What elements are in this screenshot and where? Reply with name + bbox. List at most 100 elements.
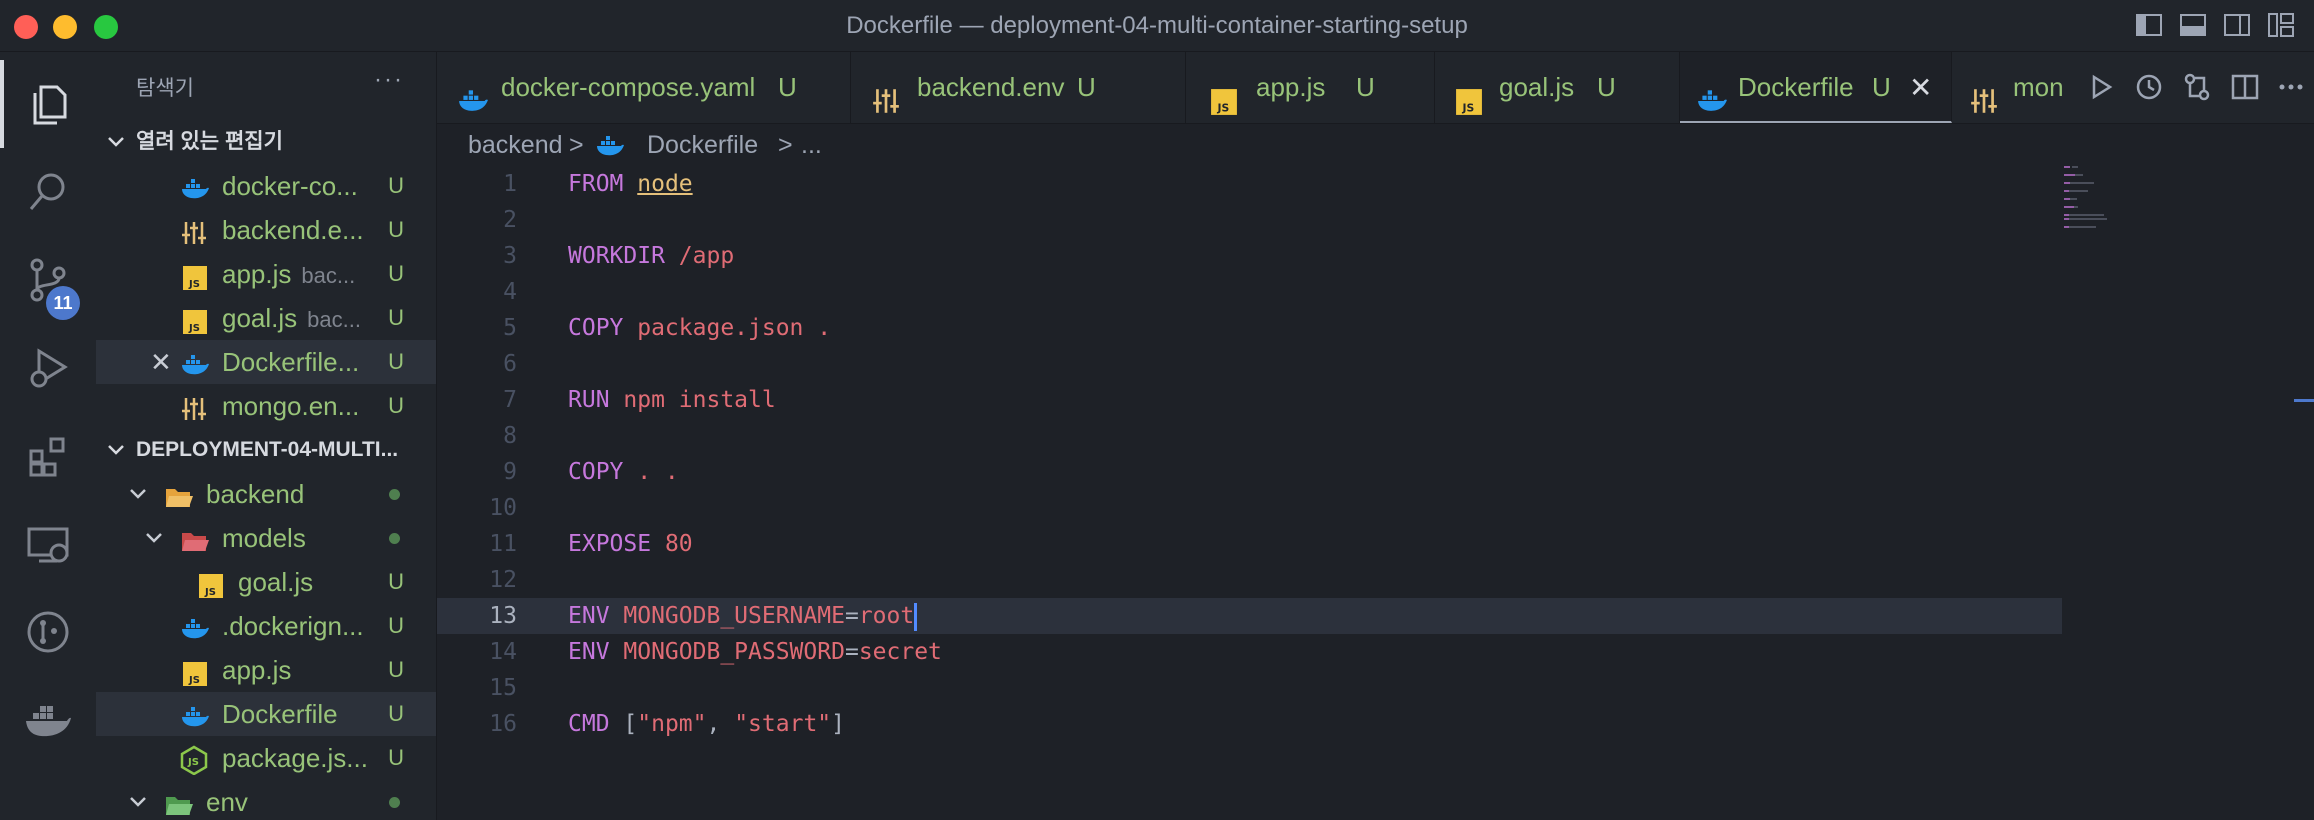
line-number: 9 [503, 459, 517, 485]
code-token: FROM [568, 171, 624, 197]
breadcrumb-file[interactable]: Dockerfile [647, 124, 758, 166]
code-token: MONGODB_PASSWORD [609, 639, 845, 665]
code-line[interactable]: 10 [437, 490, 2062, 526]
close-editor-icon[interactable]: ✕ [150, 340, 172, 384]
tab-dockerfile-active[interactable]: Dockerfile U ✕ [1680, 52, 1952, 123]
minimap[interactable] [2064, 166, 2294, 820]
tree-file-package-json[interactable]: JS package.js... U [96, 736, 436, 780]
code-line[interactable]: 3 WORKDIR /app [437, 238, 2062, 274]
tree-item-name: Dockerfile [222, 699, 338, 729]
compare-changes-icon[interactable] [2182, 72, 2212, 102]
split-editor-icon[interactable] [2230, 72, 2260, 102]
breadcrumb-folder[interactable]: backend [468, 124, 563, 166]
open-editor-name: app.js bac... [222, 252, 355, 298]
svg-text:JS: JS [187, 757, 199, 768]
line-number: 1 [503, 171, 517, 197]
code-line[interactable]: 11 EXPOSE 80 [437, 526, 2062, 562]
file-name: app.js [222, 259, 292, 289]
code-token: WORKDIR [568, 243, 665, 269]
layout-controls [2134, 10, 2296, 40]
line-number: 4 [503, 279, 517, 305]
code-line[interactable]: 5 COPY package.json . [437, 310, 2062, 346]
text-cursor [914, 602, 918, 631]
sidebar-header: 탐색기 ··· [96, 52, 436, 120]
open-editor-item[interactable]: mongo.en... U [96, 384, 436, 428]
extensions-icon[interactable] [0, 412, 96, 500]
code-line[interactable]: 7 RUN npm install [437, 382, 2062, 418]
more-actions-icon[interactable] [2276, 72, 2306, 102]
code-line[interactable]: 13 ENV MONGODB_USERNAME=root [437, 598, 2062, 634]
open-editor-item-active[interactable]: ✕ Dockerfile... U [96, 340, 436, 384]
tree-file-app-js[interactable]: JS app.js U [96, 648, 436, 692]
tree-folder-models[interactable]: models [96, 516, 436, 560]
close-tab-icon[interactable]: ✕ [1909, 52, 1932, 121]
svg-text:JS: JS [188, 279, 200, 290]
toggle-primary-sidebar-icon[interactable] [2134, 10, 2164, 40]
open-editor-item[interactable]: JS app.js bac... U [96, 252, 436, 296]
chevron-down-icon [104, 120, 128, 164]
tab-goal-js[interactable]: JS goal.js U [1435, 52, 1680, 123]
line-number: 13 [489, 603, 517, 629]
minimap-token [2064, 166, 2071, 168]
remote-explorer-icon[interactable] [0, 500, 96, 588]
code-line[interactable]: 14 ENV MONGODB_PASSWORD=secret [437, 634, 2062, 670]
project-section[interactable]: DEPLOYMENT-04-MULTI... [96, 428, 436, 472]
code-line[interactable]: 16 CMD ["npm", "start"] [437, 706, 2062, 742]
git-graph-icon[interactable] [0, 588, 96, 676]
code-line[interactable]: 6 [437, 346, 2062, 382]
git-status: U [388, 173, 404, 198]
tab-backend-env[interactable]: backend.env U [851, 52, 1186, 123]
modified-dot [389, 489, 400, 500]
tree-file-dockerfile[interactable]: Dockerfile U [96, 692, 436, 736]
code-line[interactable]: 4 [437, 274, 2062, 310]
open-editor-item[interactable]: JS goal.js bac... U [96, 296, 436, 340]
docker-icon [457, 72, 488, 111]
code-line[interactable]: 2 [437, 202, 2062, 238]
line-code: FROM node [568, 166, 693, 202]
run-icon[interactable] [2086, 72, 2116, 102]
folder-open-icon [180, 524, 209, 552]
code-line[interactable]: 9 COPY . . [437, 454, 2062, 490]
tree-item-name: package.js... [222, 743, 368, 773]
code-line[interactable]: 12 [437, 562, 2062, 598]
tree-file-goal-js[interactable]: JS goal.js U [96, 560, 436, 604]
code-line[interactable]: 1 FROM node [437, 166, 2062, 202]
open-editors-section[interactable]: 열려 있는 편집기 [96, 120, 436, 164]
explorer-icon[interactable] [0, 60, 96, 148]
tree-item-name: backend [206, 479, 305, 509]
tree-folder-env[interactable]: env [96, 780, 436, 820]
timeline-history-icon[interactable] [2134, 72, 2164, 102]
more-actions-icon[interactable]: ··· [374, 66, 404, 94]
code-token: COPY [568, 315, 624, 341]
toggle-panel-icon[interactable] [2178, 10, 2208, 40]
git-status: U [388, 393, 404, 418]
line-number: 12 [489, 567, 517, 593]
open-editor-item[interactable]: backend.e... U [96, 208, 436, 252]
customize-layout-icon[interactable] [2266, 10, 2296, 40]
git-status: U [388, 613, 404, 638]
search-icon[interactable] [0, 148, 96, 236]
docker-icon [180, 612, 209, 640]
tab-app-js[interactable]: JS app.js U [1186, 52, 1435, 123]
code-token: . . [623, 459, 679, 485]
title-bar: Dockerfile — deployment-04-multi-contain… [0, 0, 2314, 52]
open-editor-item[interactable]: docker-co... U [96, 164, 436, 208]
tab-docker-compose[interactable]: docker-compose.yaml U [437, 52, 851, 123]
line-number: 5 [503, 315, 517, 341]
code-line[interactable]: 8 [437, 418, 2062, 454]
tree-folder-backend[interactable]: backend [96, 472, 436, 516]
git-status: U [388, 261, 404, 286]
tree-item-name: env [206, 787, 248, 817]
git-status: U [388, 745, 404, 770]
toggle-secondary-sidebar-icon[interactable] [2222, 10, 2252, 40]
breadcrumb-more[interactable]: ... [801, 124, 822, 166]
source-control-icon[interactable]: 11 [0, 236, 96, 324]
window-title: Dockerfile — deployment-04-multi-contain… [846, 12, 1468, 39]
tab-status: U [1356, 72, 1375, 102]
code-line[interactable]: 15 [437, 670, 2062, 706]
run-debug-icon[interactable] [0, 324, 96, 412]
scrollbar-cursor-marker [2294, 399, 2314, 402]
code-editor[interactable]: 1 FROM node 2 3 WORKDIR /app 4 5 COPY package.j… [437, 166, 2314, 820]
tree-file-dockerignore[interactable]: .dockerign... U [96, 604, 436, 648]
docker-icon[interactable] [0, 676, 96, 764]
